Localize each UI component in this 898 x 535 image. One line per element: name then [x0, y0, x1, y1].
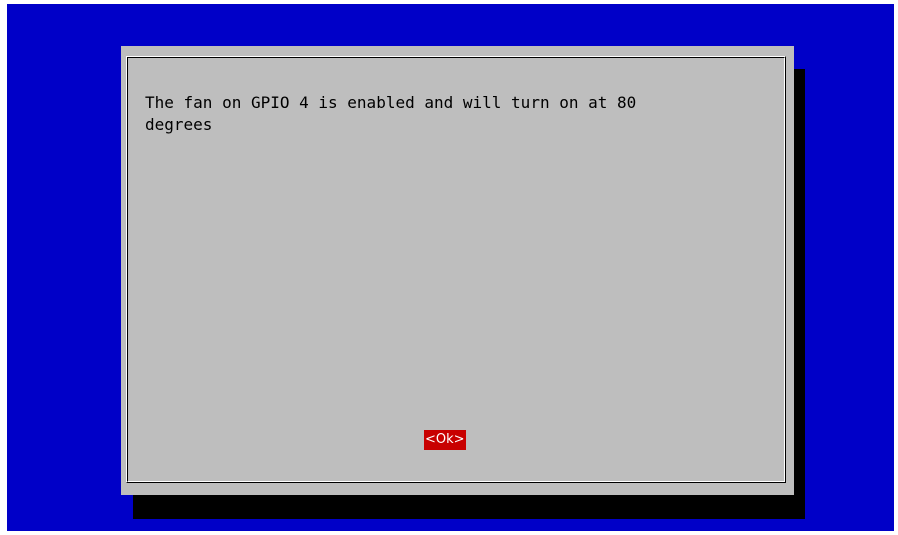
ok-button[interactable]: <Ok> — [424, 430, 466, 450]
message-dialog: The fan on GPIO 4 is enabled and will tu… — [121, 46, 794, 495]
dialog-message: The fan on GPIO 4 is enabled and will tu… — [145, 93, 637, 134]
